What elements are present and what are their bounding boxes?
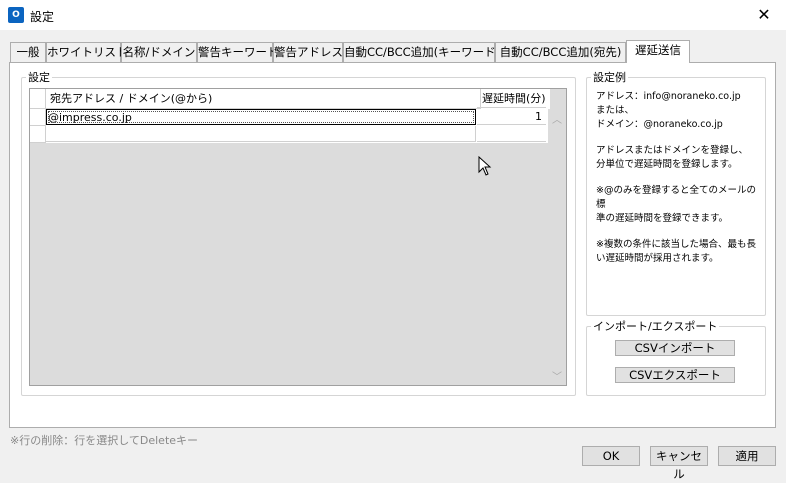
row-header[interactable]: [30, 126, 46, 143]
tab-name-domain[interactable]: 名称/ドメイン: [121, 42, 197, 62]
import-export-legend: インポート/エクスポート: [593, 320, 718, 333]
scroll-up-icon[interactable]: ︿: [548, 111, 566, 126]
column-header-address[interactable]: 宛先アドレス / ドメイン(@から): [46, 89, 481, 109]
example-address-text: アドレス：info@noraneko.co.jp または、 ドメイン：@nora…: [596, 91, 741, 130]
mouse-cursor-icon: [478, 156, 492, 176]
column-header-delay[interactable]: 遅延時間(分): [477, 89, 546, 108]
delay-cell[interactable]: [477, 126, 546, 142]
grid-corner[interactable]: [30, 89, 46, 109]
close-icon[interactable]: ✕: [742, 0, 786, 30]
tab-warning-addresses[interactable]: 警告アドレス: [273, 42, 343, 62]
tab-auto-cc-bcc-recipient[interactable]: 自動CC/BCC追加(宛先): [495, 42, 626, 62]
title-bar: O 設定 ✕: [0, 0, 786, 30]
address-cell[interactable]: [46, 126, 476, 142]
csv-export-button[interactable]: CSVエクスポート: [615, 367, 735, 383]
window-title: 設定: [30, 10, 55, 24]
grid-vertical-scrollbar[interactable]: ︿ ﹀: [548, 109, 566, 385]
table-row[interactable]: [30, 126, 550, 143]
table-row[interactable]: @impress.co.jp 1: [30, 109, 550, 126]
grid-header-row: 宛先アドレス / ドメイン(@から) 遅延時間(分): [30, 89, 550, 109]
settings-group-legend: 設定: [28, 71, 50, 84]
outlook-app-icon: O: [8, 7, 27, 23]
scroll-down-icon[interactable]: ﹀: [548, 368, 566, 383]
example-group: 設定例 アドレス：info@noraneko.co.jp または、 ドメイン：@…: [586, 69, 766, 316]
import-export-group: インポート/エクスポート: [586, 318, 766, 396]
example-multiple-conditions-note: ※複数の条件に該当した場合、最も長 い遅延時間が採用されます。: [596, 239, 756, 264]
ok-button[interactable]: OK: [582, 446, 640, 466]
delay-settings-grid[interactable]: 宛先アドレス / ドメイン(@から) 遅延時間(分) @impress.co.j…: [29, 88, 567, 386]
example-group-legend: 設定例: [593, 71, 626, 84]
example-default-delay-note: ※@のみを登録すると全てのメールの標 準の遅延時間を登録できます。: [596, 185, 756, 224]
row-header[interactable]: [30, 109, 46, 126]
tab-auto-cc-bcc-keyword[interactable]: 自動CC/BCC追加(キーワード): [343, 42, 500, 62]
tab-warning-keywords[interactable]: 警告キーワード: [197, 42, 279, 62]
apply-button[interactable]: 適用: [718, 446, 776, 466]
address-cell[interactable]: @impress.co.jp: [46, 109, 476, 125]
tab-delayed-send[interactable]: 遅延送信: [626, 40, 690, 63]
tab-whitelist[interactable]: ホワイトリスト: [46, 42, 128, 62]
cancel-button[interactable]: キャンセル: [650, 446, 708, 481]
csv-import-button[interactable]: CSVインポート: [615, 340, 735, 356]
delay-cell[interactable]: 1: [477, 109, 546, 125]
tab-general[interactable]: 一般: [10, 42, 46, 62]
example-register-text: アドレスまたはドメインを登録し、 分単位で遅延時間を登録します。: [596, 145, 749, 170]
delete-row-hint: ※行の削除：行を選択してDeleteキー: [10, 434, 199, 447]
